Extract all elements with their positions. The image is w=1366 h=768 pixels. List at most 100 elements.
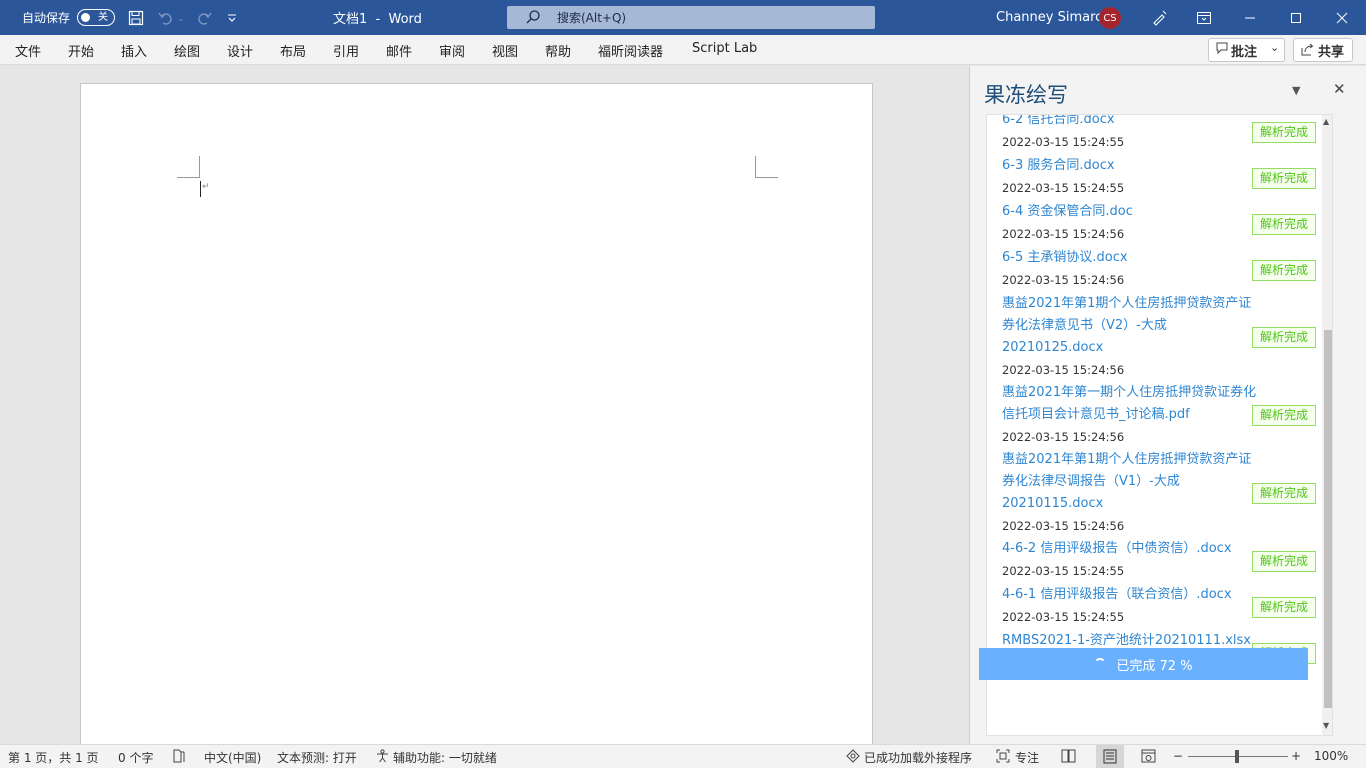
file-name-link[interactable]: 惠益2021年第1期个人住房抵押贷款资产证券化法律尽调报告（V1）-大成2021…: [1002, 449, 1258, 515]
minimize-icon[interactable]: [1227, 0, 1273, 35]
customize-toolbar-icon[interactable]: [222, 8, 242, 28]
progress-label: 已完成 72 %: [1116, 658, 1193, 674]
scroll-down-icon[interactable]: ▼: [1323, 721, 1329, 730]
proofing-icon[interactable]: [172, 749, 186, 766]
status-text-prediction[interactable]: 文本预测: 打开: [277, 749, 357, 766]
file-item[interactable]: 4-6-1 信用评级报告（联合资信）.docx 2022-03-15 15:24:…: [987, 584, 1322, 630]
zoom-slider-thumb[interactable]: [1235, 750, 1239, 763]
scroll-up-icon[interactable]: ▲: [1323, 117, 1329, 126]
menu-view[interactable]: 视图: [492, 41, 518, 60]
close-icon[interactable]: [1319, 0, 1365, 35]
file-name-link[interactable]: 惠益2021年第1期个人住房抵押贷款资产证券化法律意见书（V2）-大成20210…: [1002, 293, 1258, 359]
file-name-link[interactable]: 6-4 资金保管合同.doc: [1002, 201, 1258, 223]
file-item[interactable]: 6-5 主承销协议.docx 2022-03-15 15:24:56 解析完成: [987, 247, 1322, 293]
status-badge: 解析完成: [1252, 168, 1316, 189]
accessibility-icon: [376, 749, 389, 766]
file-name-link[interactable]: 6-5 主承销协议.docx: [1002, 247, 1258, 269]
document-page[interactable]: ↵: [80, 83, 873, 753]
status-badge: 解析完成: [1252, 122, 1316, 143]
comment-icon: [1216, 42, 1228, 59]
undo-icon[interactable]: [156, 8, 176, 28]
file-name-link[interactable]: 4-6-1 信用评级报告（联合资信）.docx: [1002, 584, 1258, 606]
title-bar: 自动保存 关 ⌄ 文档1 - Word 搜索(Alt+Q) Channey Si…: [0, 0, 1366, 35]
redo-icon[interactable]: [194, 8, 214, 28]
menu-design[interactable]: 设计: [227, 41, 253, 60]
status-badge: 解析完成: [1252, 405, 1316, 426]
pane-options-icon[interactable]: ▼: [1292, 84, 1300, 97]
share-button[interactable]: 共享: [1293, 38, 1353, 62]
status-badge: 解析完成: [1252, 551, 1316, 572]
pen-icon[interactable]: [1136, 0, 1182, 35]
file-item[interactable]: 惠益2021年第1期个人住房抵押贷款资产证券化法律尽调报告（V1）-大成2021…: [987, 449, 1322, 538]
menu-insert[interactable]: 插入: [121, 41, 147, 60]
pane-close-icon[interactable]: ✕: [1333, 80, 1346, 98]
maximize-icon[interactable]: [1273, 0, 1319, 35]
status-bar: 第 1 页，共 1 页 0 个字 中文(中国) 文本预测: 打开 辅助功能: 一…: [0, 744, 1366, 768]
status-zoom-level[interactable]: 100%: [1314, 749, 1348, 763]
zoom-in-icon[interactable]: +: [1291, 749, 1301, 763]
document-title: 文档1 - Word: [333, 12, 422, 27]
file-item[interactable]: 6-4 资金保管合同.doc 2022-03-15 15:24:56 解析完成: [987, 201, 1322, 247]
document-area: ↵: [0, 66, 969, 753]
search-input[interactable]: 搜索(Alt+Q): [507, 6, 875, 29]
comments-button[interactable]: 批注 ⌄: [1208, 38, 1285, 62]
menu-script-lab[interactable]: Script Lab: [692, 41, 757, 56]
menu-draw[interactable]: 绘图: [174, 41, 200, 60]
crop-mark-left-vertical: [199, 156, 200, 178]
menu-references[interactable]: 引用: [333, 41, 359, 60]
task-pane: 果冻绘写 ▼ ✕ 6-2 信托合同.docx 2022-03-15 15:24:5…: [969, 66, 1366, 744]
file-name-link[interactable]: 6-3 服务合同.docx: [1002, 155, 1258, 177]
zoom-out-icon[interactable]: −: [1173, 749, 1183, 763]
status-language[interactable]: 中文(中国): [204, 749, 261, 766]
file-name-link[interactable]: 6-2 信托合同.docx: [1002, 115, 1258, 131]
progress-button[interactable]: 已完成 72 %: [979, 648, 1308, 680]
file-item[interactable]: 惠益2021年第一期个人住房抵押贷款证券化信托项目会计意见书_讨论稿.pdf 20…: [987, 382, 1322, 449]
autosave-label: 自动保存: [22, 11, 71, 25]
menu-home[interactable]: 开始: [68, 41, 94, 60]
menu-layout[interactable]: 布局: [280, 41, 306, 60]
save-icon[interactable]: [126, 8, 146, 28]
ribbon-display-icon[interactable]: [1181, 0, 1227, 35]
user-name[interactable]: Channey Simarc: [996, 0, 1102, 35]
read-mode-icon[interactable]: [1061, 749, 1076, 766]
text-cursor: [200, 181, 201, 197]
file-timestamp: 2022-03-15 15:24:56: [1002, 430, 1125, 444]
focus-icon[interactable]: [996, 749, 1010, 766]
chevron-down-icon: ⌄: [1270, 41, 1280, 54]
status-badge: 解析完成: [1252, 260, 1316, 281]
menu-help[interactable]: 帮助: [545, 41, 571, 60]
addin-icon: [846, 749, 860, 766]
file-item[interactable]: 惠益2021年第1期个人住房抵押贷款资产证券化法律意见书（V2）-大成20210…: [987, 293, 1322, 382]
paragraph-mark-icon: ↵: [202, 182, 210, 192]
autosave-toggle[interactable]: 关: [77, 9, 115, 26]
undo-dropdown-icon[interactable]: ⌄: [176, 8, 186, 28]
menu-foxit-reader[interactable]: 福昕阅读器: [598, 41, 663, 60]
status-focus[interactable]: 专注: [1015, 749, 1039, 766]
menu-review[interactable]: 审阅: [439, 41, 465, 60]
menu-bar: 文件 开始 插入 绘图 设计 布局 引用 邮件 审阅 视图 帮助 福昕阅读器 S…: [0, 35, 1366, 65]
autosave-state: 关: [98, 12, 108, 23]
status-accessibility[interactable]: 辅助功能: 一切就绪: [393, 749, 497, 766]
status-badge: 解析完成: [1252, 597, 1316, 618]
crop-mark-right-vertical: [755, 156, 756, 178]
file-name-link[interactable]: 4-6-2 信用评级报告（中债资信）.docx: [1002, 538, 1258, 560]
print-layout-button[interactable]: [1096, 745, 1124, 768]
pane-title: 果冻绘写: [984, 83, 1068, 107]
scrollbar-thumb[interactable]: [1324, 330, 1332, 708]
scrollbar[interactable]: ▲ ▼: [1322, 115, 1332, 735]
menu-file[interactable]: 文件: [15, 41, 41, 60]
status-word-count[interactable]: 0 个字: [118, 749, 153, 766]
file-item[interactable]: 6-3 服务合同.docx 2022-03-15 15:24:55 解析完成: [987, 155, 1322, 201]
file-name-link[interactable]: 惠益2021年第一期个人住房抵押贷款证券化信托项目会计意见书_讨论稿.pdf: [1002, 382, 1258, 426]
menu-mailings[interactable]: 邮件: [386, 41, 412, 60]
status-page[interactable]: 第 1 页，共 1 页: [8, 749, 99, 766]
avatar[interactable]: CS: [1099, 7, 1121, 29]
file-timestamp: 2022-03-15 15:24:56: [1002, 363, 1125, 377]
web-layout-icon[interactable]: [1141, 749, 1156, 766]
status-addins[interactable]: 已成功加载外接程序: [864, 749, 972, 766]
file-item[interactable]: 4-6-2 信用评级报告（中债资信）.docx 2022-03-15 15:24:…: [987, 538, 1322, 584]
status-badge: 解析完成: [1252, 483, 1316, 504]
status-badge: 解析完成: [1252, 327, 1316, 348]
search-icon: [525, 9, 541, 28]
file-item[interactable]: 6-2 信托合同.docx 2022-03-15 15:24:55 解析完成: [987, 115, 1322, 155]
